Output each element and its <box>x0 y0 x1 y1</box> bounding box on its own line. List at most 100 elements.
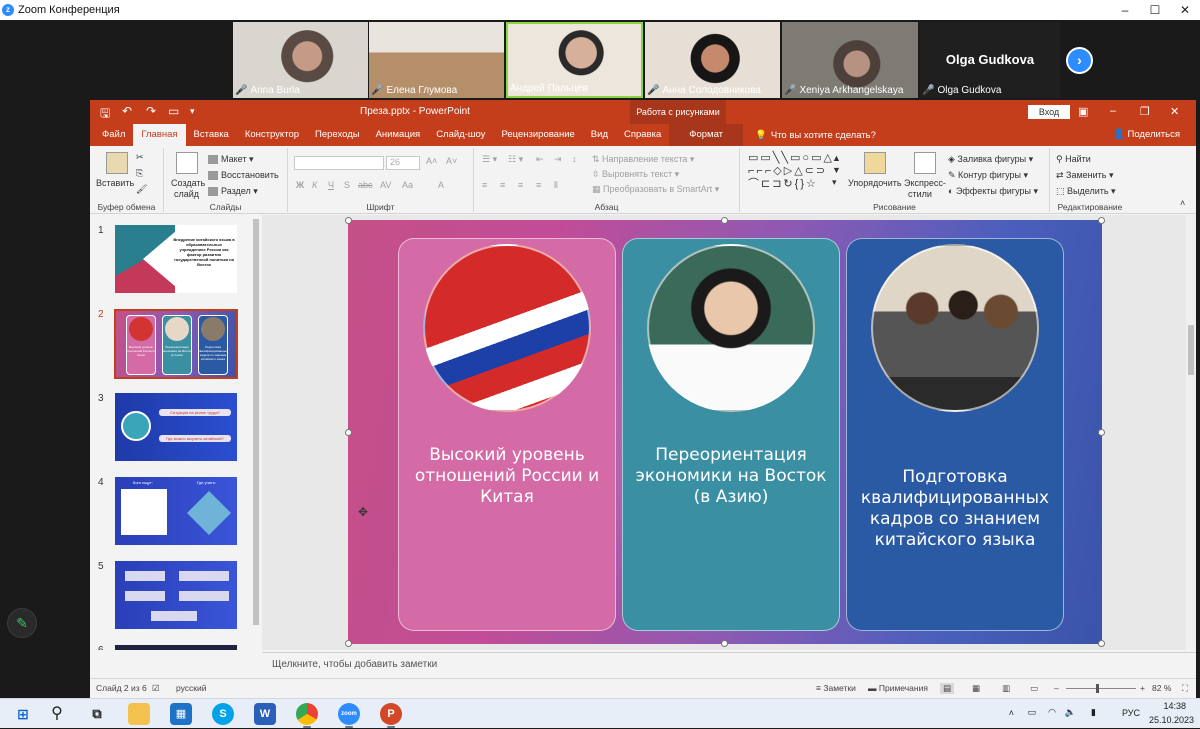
thumbnail-slide-1[interactable]: Внедрение китайского языка в образовател… <box>115 225 237 293</box>
line-spacing-icon[interactable]: ↕ <box>572 154 577 164</box>
char-spacing-button[interactable]: AV <box>380 180 391 190</box>
wifi-icon[interactable]: ◠ <box>1048 707 1056 718</box>
slide-card-2[interactable]: Переориентация экономики на Восток (в Аз… <box>622 238 840 631</box>
copy-icon[interactable]: ⎘ <box>136 168 143 179</box>
zoom-level[interactable]: 82 % <box>1152 683 1171 693</box>
change-case-button[interactable]: Aa <box>402 180 413 190</box>
ppt-close-button[interactable]: ✕ <box>1170 105 1179 118</box>
resize-handle[interactable] <box>721 217 728 224</box>
grow-font-icon[interactable]: A˄ <box>426 156 437 166</box>
tab-animations[interactable]: Анимация <box>368 124 429 146</box>
shapes-gallery[interactable]: ▭▭╲╲▭○▭△ ⌐⌐⌐◇▷△⊂⊃ ⌒⊏⊐↻{}☆ <box>748 152 832 191</box>
tab-help[interactable]: Справка <box>616 124 669 146</box>
font-color-button[interactable]: A <box>438 180 444 190</box>
tab-design[interactable]: Конструктор <box>237 124 307 146</box>
start-slideshow-icon[interactable]: ▭ <box>168 104 179 118</box>
card-3-text[interactable]: Подготовка квалифицированных кадров со з… <box>851 467 1059 551</box>
paste-button[interactable]: Вставить <box>96 178 134 188</box>
paste-icon[interactable] <box>106 152 128 174</box>
word-icon[interactable]: W <box>254 703 276 725</box>
convert-smartart-button[interactable]: ▦ Преобразовать в SmartArt ▾ <box>592 184 719 195</box>
align-center-icon[interactable]: ≡ <box>500 180 505 190</box>
participant-tile-active-speaker[interactable]: Андрей Пальцев <box>506 22 643 98</box>
reset-button[interactable]: Восстановить <box>208 170 279 181</box>
shape-outline-button[interactable]: ✎ Контур фигуры ▾ <box>948 170 1028 181</box>
reading-view-icon[interactable]: ▥ <box>1002 683 1010 694</box>
arrange-button[interactable]: Упорядочить <box>848 178 902 188</box>
clock-date[interactable]: 25.10.2023 <box>1149 715 1194 725</box>
thumbnail-slide-4[interactable]: Кого ищут: Где учить: <box>115 477 237 545</box>
tab-view[interactable]: Вид <box>583 124 616 146</box>
flags-image[interactable] <box>423 244 591 412</box>
maximize-button[interactable]: ☐ <box>1140 0 1170 20</box>
fit-slide-icon[interactable]: ⛶ <box>1182 683 1188 694</box>
columns-icon[interactable]: ⫴ <box>554 180 558 191</box>
card-2-text[interactable]: Переориентация экономики на Восток (в Аз… <box>627 445 835 508</box>
students-image[interactable] <box>871 244 1039 412</box>
language-indicator[interactable]: русский <box>176 683 207 693</box>
quick-styles-button[interactable]: Экспресс- <box>904 178 946 188</box>
increase-indent-icon[interactable]: ⇥ <box>554 154 562 165</box>
text-direction-button[interactable]: ⇅ Направление текста ▾ <box>592 154 694 165</box>
spellcheck-icon[interactable]: ☑ <box>152 683 160 694</box>
minimize-button[interactable]: – <box>1110 0 1140 20</box>
cut-icon[interactable]: ✂ <box>136 152 144 163</box>
layout-button[interactable]: Макет ▾ <box>208 154 254 165</box>
decrease-indent-icon[interactable]: ⇤ <box>536 154 544 165</box>
quick-styles-button-line2[interactable]: стили <box>908 189 932 199</box>
ppt-minimize-button[interactable]: – <box>1110 105 1116 117</box>
tab-format[interactable]: Формат <box>669 124 744 146</box>
section-button[interactable]: Раздел ▾ <box>208 186 258 197</box>
replace-button[interactable]: ⇄ Заменить ▾ <box>1056 170 1114 181</box>
resize-handle[interactable] <box>345 429 352 436</box>
windows-start-icon[interactable]: ⊞ <box>12 703 34 725</box>
thumbnails-scrollbar[interactable] <box>253 219 259 625</box>
zoom-out-button[interactable]: – <box>1054 683 1059 693</box>
bullets-icon[interactable]: ☰ ▾ <box>482 154 497 165</box>
tab-review[interactable]: Рецензирование <box>493 124 582 146</box>
new-slide-button[interactable]: Создать <box>171 178 205 188</box>
annotate-pencil-icon[interactable]: ✎ <box>7 608 37 638</box>
normal-view-icon[interactable]: ▤ <box>940 683 955 694</box>
participant-tile[interactable]: 🎤 Anna Burla <box>233 22 368 98</box>
slide-vertical-scrollbar[interactable] <box>1186 215 1196 650</box>
battery-icon[interactable]: ▮ <box>1091 707 1096 718</box>
numbering-icon[interactable]: ☷ ▾ <box>508 154 523 165</box>
zoom-app-icon[interactable]: zoom <box>338 703 360 728</box>
quick-styles-icon[interactable] <box>914 152 936 174</box>
chrome-icon[interactable] <box>296 703 318 728</box>
participant-tile[interactable]: 🎤 Анна Солодовникова <box>645 22 780 98</box>
font-size-select[interactable]: 26 <box>386 156 420 170</box>
task-view-icon[interactable]: ⧉ <box>86 703 108 725</box>
card-1-text[interactable]: Высокий уровень отношений России и Китая <box>403 445 611 508</box>
network-icon[interactable]: ▭ <box>1027 707 1036 718</box>
shape-effects-button[interactable]: ◐ Эффекты фигуры ▾ <box>948 186 1038 197</box>
slideshow-view-icon[interactable]: ▭ <box>1030 683 1038 694</box>
format-painter-icon[interactable]: 🖌 <box>136 184 147 195</box>
resize-handle[interactable] <box>345 640 352 647</box>
bold-button[interactable]: Ж <box>296 180 304 190</box>
notes-toggle-button[interactable]: ≡ Заметки <box>816 683 856 693</box>
select-button[interactable]: ⬚ Выделить ▾ <box>1056 186 1116 197</box>
teacher-image[interactable] <box>647 244 815 412</box>
thumbnail-slide-3[interactable]: Ситуация на рынке труда? Где можно выучи… <box>115 393 237 461</box>
calculator-icon[interactable]: ▦ <box>170 703 192 725</box>
next-page-chevron-icon[interactable]: › <box>1066 47 1093 74</box>
align-right-icon[interactable]: ≡ <box>518 180 523 190</box>
new-slide-icon[interactable] <box>176 152 198 174</box>
arrange-icon[interactable] <box>864 152 886 174</box>
input-language[interactable]: РУС <box>1122 708 1140 718</box>
zoom-in-button[interactable]: + <box>1140 683 1145 693</box>
ribbon-display-icon[interactable]: ▣ <box>1078 105 1088 118</box>
tell-me-input[interactable]: Что вы хотите сделать? <box>771 130 876 141</box>
slide-card-3[interactable]: Подготовка квалифицированных кадров со з… <box>846 238 1064 631</box>
close-button[interactable]: ✕ <box>1170 0 1200 20</box>
show-hidden-icons-chevron-icon[interactable]: ˄ <box>1009 708 1014 718</box>
tab-home[interactable]: Главная <box>133 124 186 146</box>
thumbnail-slide-6[interactable] <box>115 645 237 650</box>
powerpoint-app-icon[interactable]: P <box>380 703 402 728</box>
skype-icon[interactable]: S <box>212 703 234 725</box>
font-name-select[interactable] <box>294 156 384 170</box>
align-text-button[interactable]: ⇳ Выровнять текст ▾ <box>592 169 679 180</box>
justify-icon[interactable]: ≡ <box>536 180 541 190</box>
